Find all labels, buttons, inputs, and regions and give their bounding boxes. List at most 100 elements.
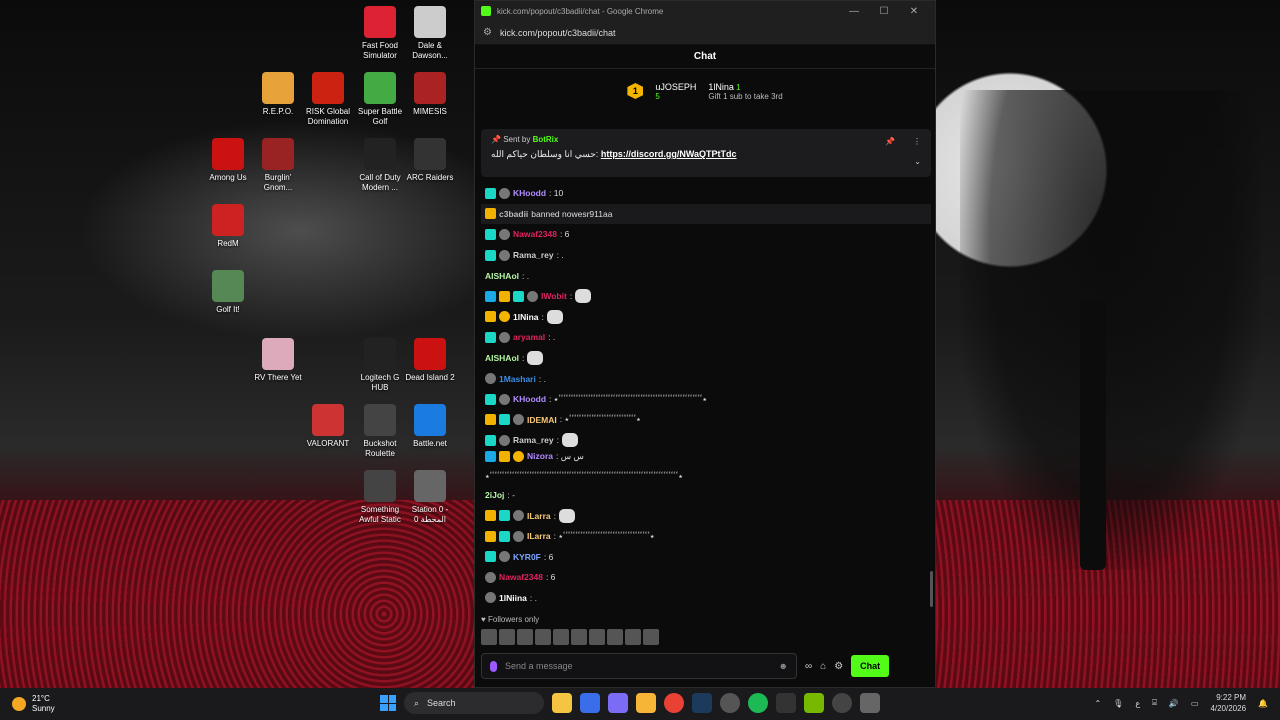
sub-badge-icon[interactable] (485, 249, 496, 261)
sub-badge-icon[interactable] (485, 187, 496, 199)
pinned-link[interactable]: https://discord.gg/NWaQTPtTdc (601, 149, 737, 159)
og-badge-icon[interactable] (499, 228, 510, 240)
chrome-icon[interactable] (664, 693, 684, 713)
taskbar-search[interactable]: ⌕ Search (404, 692, 544, 714)
chat-username[interactable]: AISHAol (485, 271, 519, 281)
volume-icon[interactable]: 🔊 (1169, 699, 1179, 708)
desktop-icon[interactable]: RedM (200, 204, 256, 249)
more-options-icon[interactable]: ⋮ (913, 137, 921, 146)
gear-icon[interactable]: ⚙ (834, 661, 843, 672)
leader-second[interactable]: 1lNina 1 Gift 1 sub to take 3rd (708, 82, 782, 101)
site-info-icon[interactable]: ⚙ (483, 27, 492, 38)
desktop-icon[interactable]: Fast Food Simulator (352, 6, 408, 61)
desktop-icon[interactable]: Station 0 - المحطة 0 (402, 470, 458, 525)
chat-username[interactable]: Nawaf2348 (499, 572, 543, 582)
sub-badge-icon[interactable] (485, 551, 496, 563)
emote-thumb[interactable] (607, 629, 623, 645)
chat-username[interactable]: Rama_rey (513, 250, 554, 260)
infinity-icon[interactable]: ∞ (805, 661, 812, 672)
chat-username[interactable]: Nawaf2348 (513, 229, 557, 239)
desktop-icon[interactable]: R.E.P.O. (250, 72, 306, 117)
sub-badge-icon[interactable] (499, 510, 510, 522)
steam-icon[interactable] (692, 693, 712, 713)
chat-username[interactable]: Nizora (527, 451, 553, 461)
leader-first[interactable]: uJOSEPH 5 (655, 82, 696, 101)
chevron-up-icon[interactable]: ⌃ (1094, 699, 1101, 708)
emote-image[interactable] (527, 351, 544, 366)
spotify-icon[interactable] (748, 693, 768, 713)
emote-thumb[interactable] (535, 629, 551, 645)
og-badge-icon[interactable] (513, 530, 524, 542)
og-badge-icon[interactable] (499, 393, 510, 405)
desktop-icon[interactable]: Something Awful Static (352, 470, 408, 525)
app-icon-2[interactable] (776, 693, 796, 713)
emote-thumb[interactable] (517, 629, 533, 645)
emote-image[interactable] (559, 508, 575, 523)
emoji-icon[interactable]: ☻ (779, 661, 788, 671)
sub-badge-icon[interactable] (499, 414, 510, 426)
chat-username[interactable]: c3badii (499, 209, 528, 219)
desktop-icon[interactable]: Buckshot Roulette (352, 404, 408, 459)
chat-username[interactable]: AISHAol (485, 353, 519, 363)
desktop-icon[interactable]: Dale & Dawson... (402, 6, 458, 61)
og-badge-icon[interactable] (499, 187, 510, 199)
chat-username[interactable]: KYR0F (513, 552, 541, 562)
clock[interactable]: 9:22 PM 4/20/2026 (1210, 692, 1246, 714)
desktop-icon[interactable]: Battle.net (402, 404, 458, 449)
desktop-icon[interactable]: VALORANT (300, 404, 356, 449)
desktop-icon[interactable]: MIMESIS (402, 72, 458, 117)
og-badge-icon[interactable] (513, 414, 524, 426)
sub-badge-icon[interactable] (485, 228, 496, 240)
vip-badge-icon[interactable] (485, 290, 496, 302)
recent-emotes[interactable] (481, 629, 659, 645)
gift-badge-icon[interactable] (499, 311, 510, 323)
emote-thumb[interactable] (643, 629, 659, 645)
desktop-icon[interactable]: RV There Yet (250, 338, 306, 383)
crown-badge-icon[interactable] (499, 290, 510, 302)
chat-username[interactable]: IDEMAI (527, 415, 557, 425)
chevron-down-icon[interactable]: ⌄ (914, 157, 921, 166)
sub-badge-icon[interactable] (485, 434, 496, 446)
desktop-icon[interactable]: Golf It! (200, 270, 256, 315)
emote-thumb[interactable] (571, 629, 587, 645)
desktop-icon[interactable]: ARC Raiders (402, 138, 458, 183)
og-badge-icon[interactable] (513, 510, 524, 522)
gift-badge-icon[interactable] (513, 450, 524, 462)
chat-username[interactable]: lWobit (541, 291, 567, 301)
sub-badge-icon[interactable] (485, 393, 496, 405)
file-explorer-icon[interactable] (552, 693, 572, 713)
settings-app-icon[interactable] (720, 693, 740, 713)
desktop-icon[interactable]: Burglin' Gnom... (250, 138, 306, 193)
crown-badge-icon[interactable] (499, 450, 510, 462)
store-icon[interactable]: ⌂ (820, 661, 826, 672)
og-badge-icon[interactable] (499, 551, 510, 563)
sub-badge-icon[interactable] (485, 331, 496, 343)
emote-image[interactable] (562, 433, 579, 448)
emote-image[interactable] (546, 309, 563, 324)
nvidia-icon[interactable] (804, 693, 824, 713)
store-app-icon[interactable] (580, 693, 600, 713)
gear-app-icon[interactable] (860, 693, 880, 713)
og-badge-icon[interactable] (485, 592, 496, 604)
crown-badge-icon[interactable] (485, 414, 496, 426)
desktop-icon[interactable]: Dead Island 2 (402, 338, 458, 383)
network-icon[interactable]: ⌸ (1152, 698, 1157, 708)
windows-start-icon[interactable] (380, 695, 396, 711)
weather-widget[interactable]: 21°C Sunny (12, 694, 55, 714)
emote-thumb[interactable] (553, 629, 569, 645)
sub-badge-icon[interactable] (513, 290, 524, 302)
chat-username[interactable]: 1lNina (513, 312, 539, 322)
send-chat-button[interactable]: Chat (851, 655, 890, 677)
og-badge-icon[interactable] (499, 434, 510, 446)
vip-badge-icon[interactable] (485, 450, 496, 462)
og-badge-icon[interactable] (527, 290, 538, 302)
desktop-icon[interactable]: Call of Duty Modern ... (352, 138, 408, 193)
crown-badge-icon[interactable] (485, 510, 496, 522)
address-bar[interactable]: ⚙ kick.com/popout/c3badii/chat (475, 21, 935, 45)
crown-badge-icon[interactable] (485, 311, 496, 323)
crown-badge-icon[interactable] (485, 208, 496, 220)
desktop-icon[interactable]: Logitech G HUB (352, 338, 408, 393)
og-badge-icon[interactable] (485, 571, 496, 583)
chat-username[interactable]: ILarra (527, 511, 551, 521)
desktop-icon[interactable]: Super Battle Golf (352, 72, 408, 127)
